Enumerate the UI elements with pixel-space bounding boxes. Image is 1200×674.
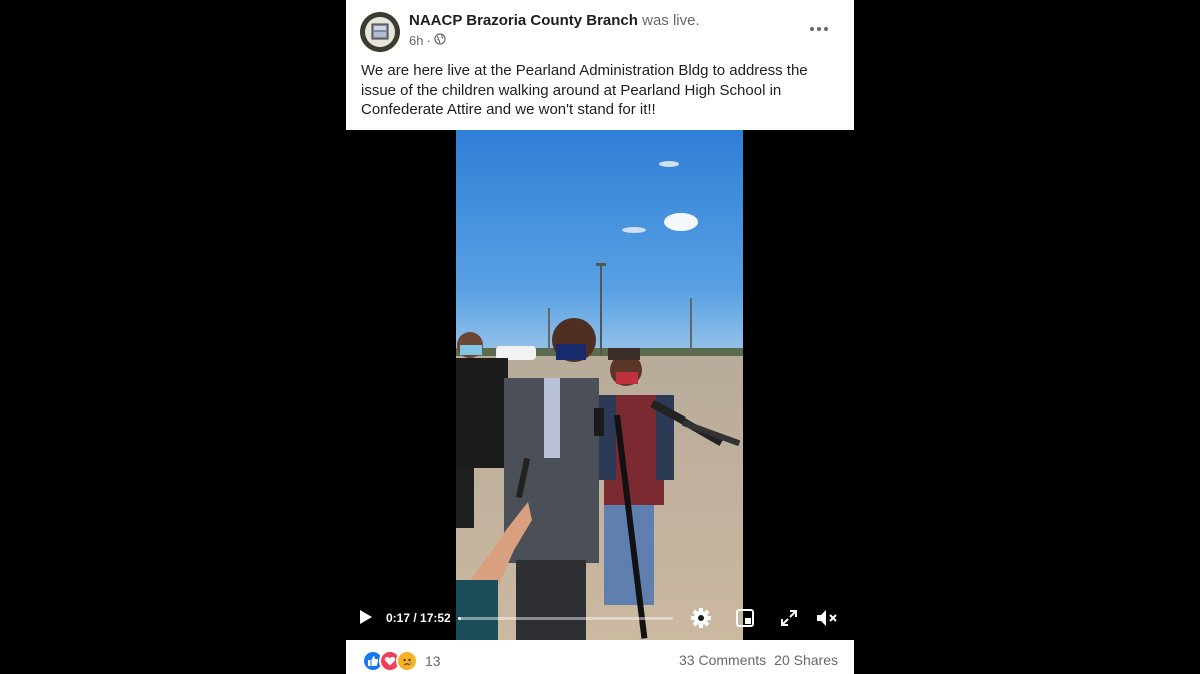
fullscreen-button[interactable] [779,608,799,633]
picture-in-picture-icon [736,609,754,627]
video-progress-fill [458,617,462,620]
more-options-button[interactable] [808,18,830,40]
page-avatar[interactable] [360,12,400,52]
play-button[interactable] [358,608,374,631]
picture-in-picture-button[interactable] [735,608,755,633]
video-controls: 0:17 / 17:52 [346,596,854,640]
volume-muted-icon [817,610,837,626]
post-text: We are here live at the Pearland Adminis… [361,62,808,118]
video-scene-image [456,130,743,640]
settings-gear-icon [691,608,711,628]
post-header: NAACP Brazoria County Branch was live. 6… [346,0,854,130]
author-name[interactable]: NAACP Brazoria County Branch [409,12,638,29]
shares-count-link[interactable]: 20 Shares [774,652,838,668]
engagement-counts: 33 Comments 20 Shares [679,652,838,668]
video-player[interactable]: 0:17 / 17:52 [346,130,854,640]
author-line: NAACP Brazoria County Branch was live. [409,12,700,29]
post-meta: 6h · [409,33,446,48]
author-suffix: was live. [642,12,700,29]
reaction-count: 13 [425,653,441,669]
more-horizontal-icon [810,27,828,31]
play-icon [360,610,372,624]
volume-button[interactable] [815,608,839,633]
sad-icon [396,650,418,672]
video-time-display: 0:17 / 17:52 [386,611,451,625]
post-timestamp[interactable]: 6h [409,33,423,48]
globe-icon [434,33,446,48]
meta-separator: · [426,33,431,48]
video-frame[interactable] [456,130,743,640]
video-progress-bar[interactable] [458,617,673,620]
reactions-summary[interactable]: 13 [362,650,441,672]
comments-count-link[interactable]: 33 Comments [679,652,766,668]
settings-button[interactable] [690,607,712,634]
fullscreen-icon [781,610,797,626]
post-footer: 13 33 Comments 20 Shares [346,640,854,674]
